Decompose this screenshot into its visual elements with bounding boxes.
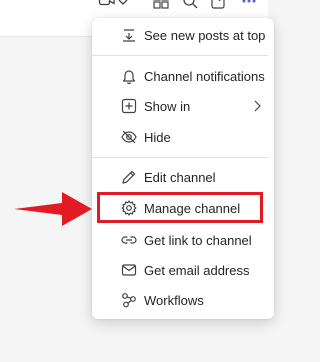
menu-item-label: Edit channel <box>144 169 216 185</box>
pencil-icon <box>120 168 138 186</box>
mail-icon <box>120 261 138 279</box>
pop-out-icon[interactable] <box>210 0 228 10</box>
apps-icon[interactable] <box>152 0 170 10</box>
video-call-icon[interactable] <box>98 0 116 10</box>
menu-item-see-new-posts-at-top[interactable]: See new posts at top <box>92 22 268 48</box>
menu-item-label: Get link to channel <box>144 232 252 248</box>
menu-item-get-link-to-channel[interactable]: Get link to channel <box>92 227 268 253</box>
search-icon[interactable] <box>181 0 199 10</box>
pointer-arrow-icon <box>14 190 94 233</box>
more-icon[interactable] <box>240 0 258 10</box>
menu-item-label: Get email address <box>144 262 250 278</box>
eye-off-icon <box>120 128 138 146</box>
plus-square-icon <box>120 97 138 115</box>
link-icon <box>120 231 138 249</box>
menu-item-channel-notifications[interactable]: Channel notifications <box>92 63 268 89</box>
menu-item-label: Workflows <box>144 292 204 308</box>
chevron-right-icon <box>252 99 262 113</box>
menu-item-label: Hide <box>144 129 171 145</box>
bell-icon <box>120 67 138 85</box>
menu-item-show-in[interactable]: Show in <box>92 93 268 119</box>
menu-item-label: Show in <box>144 98 191 114</box>
menu-item-get-email-address[interactable]: Get email address <box>92 257 268 283</box>
highlight-box <box>97 192 263 223</box>
menu-item-workflows[interactable]: Workflows <box>92 287 268 313</box>
menu-item-label: Channel notifications <box>144 68 265 84</box>
workflow-icon <box>120 291 138 309</box>
chevron-down-icon[interactable] <box>117 0 129 10</box>
menu-divider <box>92 157 268 158</box>
menu-item-edit-channel[interactable]: Edit channel <box>92 164 268 190</box>
menu-divider <box>92 55 268 56</box>
menu-item-hide[interactable]: Hide <box>92 124 268 150</box>
menu-item-label: See new posts at top <box>144 27 266 43</box>
sort-lines-icon <box>120 26 138 44</box>
